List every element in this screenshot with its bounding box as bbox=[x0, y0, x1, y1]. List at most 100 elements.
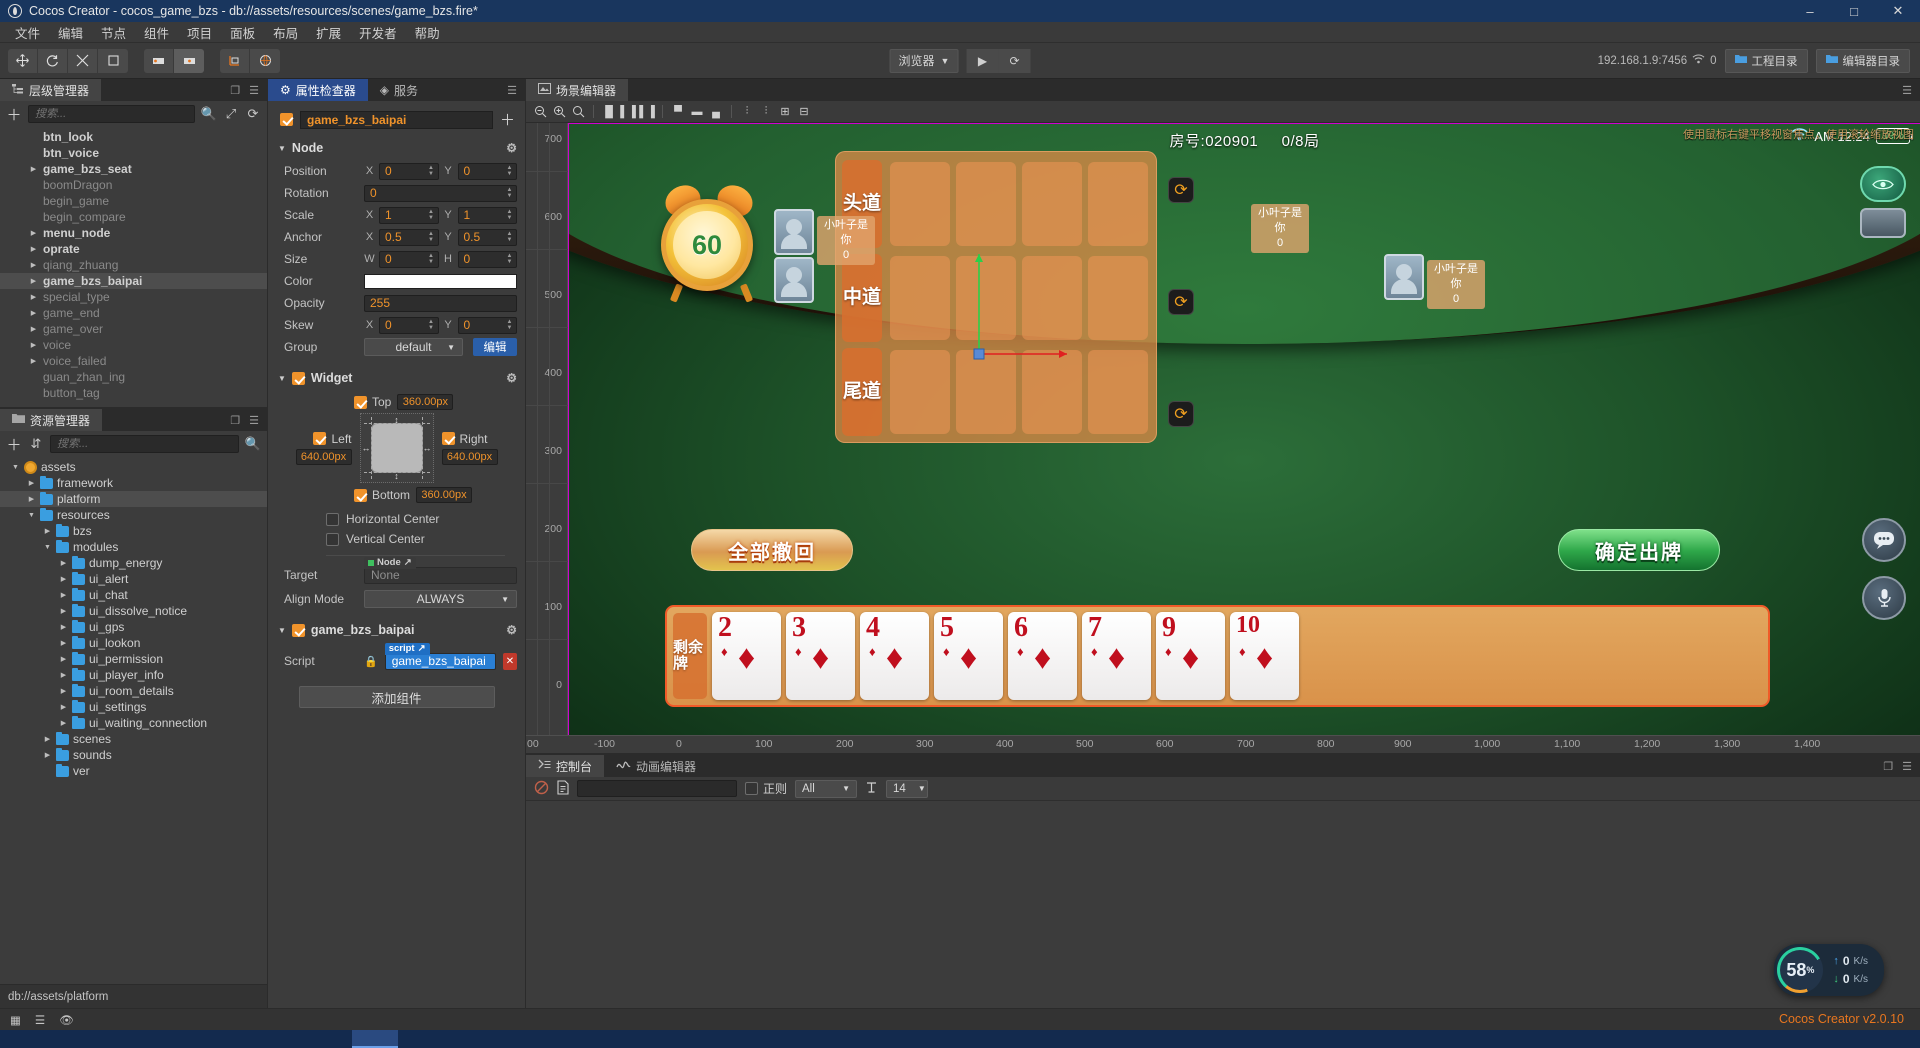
component-section-header[interactable]: ▼ game_bzs_baipai ⚙ bbox=[268, 618, 525, 642]
widget-vertical-center-row[interactable]: Vertical Center bbox=[268, 529, 525, 549]
avatar[interactable] bbox=[774, 209, 814, 255]
chevron-right-icon[interactable]: ▶ bbox=[58, 591, 69, 599]
chevron-right-icon[interactable]: ▶ bbox=[58, 655, 69, 663]
tab-services[interactable]: ◈ 服务 bbox=[368, 79, 430, 101]
chevron-right-icon[interactable]: ▶ bbox=[58, 703, 69, 711]
card-stack-button[interactable] bbox=[1860, 208, 1906, 238]
align-left-icon[interactable]: ▐▌ bbox=[601, 104, 617, 120]
stepper-icon[interactable]: ▲▼ bbox=[427, 208, 436, 223]
position-y-input[interactable]: 0 ▲▼ bbox=[458, 163, 518, 180]
editor-dir-button[interactable]: 编辑器目录 bbox=[1816, 49, 1911, 73]
collapse-icon[interactable]: ⟳ bbox=[245, 106, 261, 122]
anchor-y-input[interactable]: 0.5 ▲▼ bbox=[458, 229, 518, 246]
menu-item-extension[interactable]: 扩展 bbox=[307, 21, 350, 44]
chevron-right-icon[interactable]: ▶ bbox=[28, 309, 39, 317]
regex-checkbox[interactable] bbox=[745, 782, 758, 795]
tab-hierarchy[interactable]: 层级管理器 bbox=[0, 79, 101, 101]
widget-right-toggle[interactable]: Right bbox=[442, 432, 488, 446]
center-tool-icon[interactable] bbox=[174, 49, 204, 73]
menu-item-panel[interactable]: 面板 bbox=[221, 21, 264, 44]
rotation-input[interactable]: 0 ▲▼ bbox=[364, 185, 517, 202]
scale-x-input[interactable]: 1 ▲▼ bbox=[379, 207, 439, 224]
component-enabled-checkbox[interactable] bbox=[292, 624, 305, 637]
align-middle-v-icon[interactable]: ▬ bbox=[689, 104, 705, 120]
align-right-icon[interactable]: ▌▐ bbox=[639, 104, 655, 120]
hand-card[interactable]: 2♦♦ bbox=[712, 612, 781, 700]
hierarchy-node-game_end[interactable]: ▶game_end bbox=[0, 305, 267, 321]
assets-search-box[interactable] bbox=[50, 435, 239, 453]
color-swatch[interactable] bbox=[364, 274, 517, 289]
refresh-button[interactable]: ⟳ bbox=[998, 49, 1030, 73]
minimize-button[interactable]: – bbox=[1788, 0, 1832, 22]
open-external-icon[interactable]: ↗ bbox=[418, 643, 426, 654]
status-list-icon[interactable]: ☰ bbox=[35, 1013, 45, 1027]
gear-icon[interactable]: ⚙ bbox=[506, 141, 517, 155]
chevron-right-icon[interactable]: ▶ bbox=[28, 261, 39, 269]
expand-icon[interactable]: ⤢ bbox=[223, 106, 239, 122]
stepper-icon[interactable]: ▲▼ bbox=[505, 252, 514, 267]
align-top-icon[interactable]: ▀ bbox=[670, 104, 686, 120]
stepper-icon[interactable]: ▲▼ bbox=[505, 164, 514, 179]
chevron-right-icon[interactable]: ▶ bbox=[28, 165, 39, 173]
console-regex-toggle[interactable]: 正则 bbox=[745, 780, 787, 797]
search-icon[interactable]: 🔍 bbox=[245, 436, 261, 452]
menu-icon[interactable]: ☰ bbox=[1902, 760, 1912, 773]
maximize-button[interactable]: □ bbox=[1832, 0, 1876, 22]
assets-search-input[interactable] bbox=[57, 438, 232, 450]
stepper-icon[interactable]: ▲▼ bbox=[427, 252, 436, 267]
chat-button[interactable] bbox=[1862, 518, 1906, 562]
game-canvas[interactable]: 房号:020901 0/8局 AM 12:24 99% 使用鼠标右键 bbox=[568, 123, 1920, 735]
hand-card[interactable]: 4♦♦ bbox=[860, 612, 929, 700]
stepper-icon[interactable]: ▲▼ bbox=[427, 164, 436, 179]
menu-icon[interactable]: ☰ bbox=[249, 84, 259, 97]
widget-horizontal-center-row[interactable]: Horizontal Center bbox=[268, 509, 525, 529]
move-tool-icon[interactable] bbox=[8, 49, 38, 73]
chevron-right-icon[interactable]: ▶ bbox=[26, 479, 37, 487]
world-space-icon[interactable] bbox=[250, 49, 280, 73]
align-mode-select[interactable]: ALWAYS ▼ bbox=[364, 590, 517, 608]
taskbar-item[interactable] bbox=[352, 1030, 398, 1048]
chevron-right-icon[interactable]: ▶ bbox=[28, 229, 39, 237]
chevron-right-icon[interactable]: ▶ bbox=[28, 357, 39, 365]
avatar[interactable] bbox=[1384, 254, 1424, 300]
project-dir-button[interactable]: 工程目录 bbox=[1725, 49, 1808, 73]
chevron-right-icon[interactable]: ▶ bbox=[58, 639, 69, 647]
text-size-icon[interactable] bbox=[865, 781, 878, 797]
chevron-down-icon[interactable]: ▼ bbox=[42, 544, 53, 551]
chevron-down-icon[interactable]: ▼ bbox=[26, 512, 37, 519]
add-node-component-button[interactable]: ＋ bbox=[500, 109, 515, 130]
align-center-h-icon[interactable]: ▌▐ bbox=[620, 104, 636, 120]
target-value[interactable]: None bbox=[364, 567, 517, 584]
hierarchy-tree[interactable]: btn_lookbtn_voice▶game_bzs_seatboomDrago… bbox=[0, 127, 267, 407]
hierarchy-node-begin_compare[interactable]: begin_compare bbox=[0, 209, 267, 225]
widget-top-toggle[interactable]: Top bbox=[354, 395, 391, 409]
asset-node-bzs[interactable]: ▶bzs bbox=[0, 523, 267, 539]
opacity-input[interactable]: 255 bbox=[364, 295, 517, 312]
menu-item-project[interactable]: 项目 bbox=[178, 21, 221, 44]
hand-card[interactable]: 6♦♦ bbox=[1008, 612, 1077, 700]
menu-icon[interactable]: ☰ bbox=[507, 84, 517, 97]
asset-node-ver[interactable]: ver bbox=[0, 763, 267, 779]
node-enabled-checkbox[interactable] bbox=[280, 113, 293, 126]
hierarchy-node-game_bzs_baipai[interactable]: ▶game_bzs_baipai bbox=[0, 273, 267, 289]
gear-icon[interactable]: ⚙ bbox=[506, 623, 517, 637]
script-value[interactable]: game_bzs_baipai bbox=[385, 653, 496, 670]
popout-icon[interactable]: ❐ bbox=[230, 84, 240, 97]
asset-node-ui_room_details[interactable]: ▶ui_room_details bbox=[0, 683, 267, 699]
chevron-down-icon[interactable]: ▼ bbox=[10, 464, 21, 471]
stepper-icon[interactable]: ▲▼ bbox=[505, 208, 514, 223]
hierarchy-node-game_over[interactable]: ▶game_over bbox=[0, 321, 267, 337]
chevron-right-icon[interactable]: ▶ bbox=[58, 719, 69, 727]
distribute-v-icon[interactable]: ⫶ bbox=[758, 104, 774, 120]
asset-node-ui_alert[interactable]: ▶ui_alert bbox=[0, 571, 267, 587]
asset-node-ui_gps[interactable]: ▶ui_gps bbox=[0, 619, 267, 635]
widget-bottom-toggle[interactable]: Bottom bbox=[354, 488, 410, 502]
hierarchy-node-btn_voice[interactable]: btn_voice bbox=[0, 145, 267, 161]
sort-icon[interactable]: ⇵ bbox=[28, 436, 44, 452]
widget-left-toggle[interactable]: Left bbox=[313, 432, 351, 446]
hand-card[interactable]: 3♦♦ bbox=[786, 612, 855, 700]
tab-scene-editor[interactable]: 场景编辑器 bbox=[526, 79, 628, 101]
console-file-icon[interactable] bbox=[557, 780, 569, 798]
widget-bottom-checkbox[interactable] bbox=[354, 489, 367, 502]
stepper-icon[interactable]: ▲▼ bbox=[505, 186, 514, 201]
